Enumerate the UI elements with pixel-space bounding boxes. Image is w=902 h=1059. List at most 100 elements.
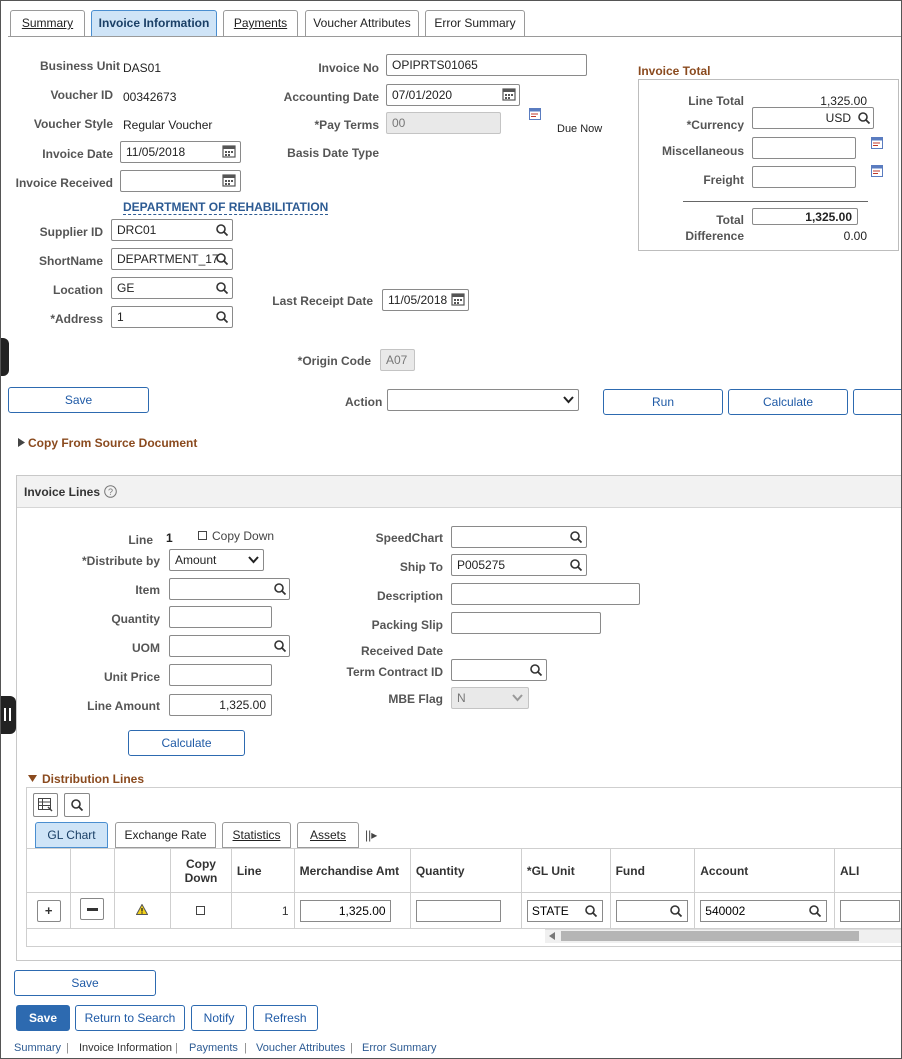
save-bottom-outline-button[interactable]: Save bbox=[14, 970, 156, 996]
show-all-columns-icon[interactable]: ||▸ bbox=[365, 828, 377, 842]
tab-statistics[interactable]: Statistics bbox=[222, 822, 291, 848]
footer-link-summary[interactable]: Summary bbox=[14, 1042, 61, 1054]
search-icon[interactable] bbox=[273, 582, 287, 596]
merchandise-amt-field[interactable] bbox=[299, 899, 391, 922]
run-button[interactable]: Run bbox=[603, 389, 723, 415]
copy-from-source-link[interactable]: Copy From Source Document bbox=[28, 436, 197, 450]
tab-payments[interactable]: Payments bbox=[223, 10, 298, 37]
address-label: *Address bbox=[50, 312, 103, 326]
voucher-style-value: Regular Voucher bbox=[123, 118, 213, 132]
accounting-date-field[interactable] bbox=[386, 84, 520, 106]
calendar-icon[interactable] bbox=[222, 173, 236, 187]
search-icon[interactable] bbox=[529, 663, 543, 677]
line-amount-label: Line Amount bbox=[87, 699, 160, 713]
packing-slip-field[interactable] bbox=[451, 612, 601, 634]
refresh-button[interactable]: Refresh bbox=[253, 1005, 318, 1031]
search-icon[interactable] bbox=[808, 904, 822, 918]
action-select[interactable] bbox=[387, 389, 579, 411]
invoice-no-field[interactable] bbox=[386, 54, 587, 76]
search-icon[interactable] bbox=[273, 639, 287, 653]
side-panel-handle[interactable] bbox=[0, 338, 9, 376]
quantity-cell bbox=[409, 892, 522, 929]
search-icon[interactable] bbox=[215, 310, 229, 324]
chevron-down-icon bbox=[563, 396, 574, 404]
item-field[interactable] bbox=[169, 578, 290, 600]
save-primary-button[interactable]: Save bbox=[16, 1005, 70, 1031]
extra-button[interactable] bbox=[853, 389, 902, 415]
tab-gl-chart[interactable]: GL Chart bbox=[35, 822, 108, 848]
search-icon[interactable] bbox=[215, 223, 229, 237]
col-header-merchandise-amt: Merchandise Amt bbox=[293, 848, 411, 893]
line-label: Line bbox=[128, 533, 153, 547]
copy-down-row-checkbox[interactable] bbox=[196, 905, 206, 915]
footer-link-voucher-attributes[interactable]: Voucher Attributes bbox=[256, 1042, 345, 1054]
currency-field[interactable] bbox=[752, 107, 874, 129]
line-amount-field[interactable] bbox=[169, 694, 272, 716]
copy-down-cell bbox=[170, 892, 232, 929]
search-icon[interactable] bbox=[584, 904, 598, 918]
description-field[interactable] bbox=[451, 583, 640, 605]
scrollbar-thumb[interactable] bbox=[561, 931, 859, 941]
notify-button[interactable]: Notify bbox=[191, 1005, 247, 1031]
total-label: Total bbox=[716, 213, 744, 227]
uom-label: UOM bbox=[132, 641, 160, 655]
pause-icon bbox=[4, 708, 11, 721]
uom-field[interactable] bbox=[169, 635, 290, 657]
detail-icon[interactable] bbox=[529, 108, 541, 120]
search-icon[interactable] bbox=[669, 904, 683, 918]
col-header-copy-down: Copy Down bbox=[170, 848, 232, 893]
search-icon bbox=[71, 799, 84, 812]
copy-down-checkbox[interactable] bbox=[198, 531, 207, 540]
calculate-line-button[interactable]: Calculate bbox=[128, 730, 245, 756]
speedchart-label: SpeedChart bbox=[375, 531, 443, 545]
tab-exchange-rate[interactable]: Exchange Rate bbox=[115, 822, 216, 848]
scroll-left-arrow-icon[interactable] bbox=[549, 932, 555, 940]
return-to-search-button[interactable]: Return to Search bbox=[75, 1005, 185, 1031]
business-unit-label: Business Unit bbox=[40, 59, 121, 73]
received-date-label: Received Date bbox=[360, 644, 443, 658]
search-icon[interactable] bbox=[857, 111, 871, 125]
quantity-field[interactable] bbox=[169, 606, 272, 628]
ship-to-field[interactable] bbox=[451, 554, 587, 576]
calendar-icon[interactable] bbox=[222, 144, 236, 158]
distribution-grid: Copy Down Line Merchandise Amt Quantity … bbox=[25, 848, 902, 929]
save-button[interactable]: Save bbox=[8, 387, 149, 413]
help-icon[interactable]: ? bbox=[104, 485, 117, 498]
tab-label: Voucher Attributes bbox=[313, 16, 411, 30]
line-cell: 1 bbox=[230, 892, 295, 929]
distribution-lines-title[interactable]: Distribution Lines bbox=[42, 772, 144, 786]
tab-summary[interactable]: Summary bbox=[10, 10, 85, 37]
search-icon[interactable] bbox=[569, 558, 583, 572]
freight-field[interactable] bbox=[752, 166, 856, 188]
miscellaneous-field[interactable] bbox=[752, 137, 856, 159]
unit-price-field[interactable] bbox=[169, 664, 272, 686]
total-field bbox=[752, 208, 858, 225]
search-icon[interactable] bbox=[215, 281, 229, 295]
footer-link-payments[interactable]: Payments bbox=[189, 1042, 238, 1054]
tab-invoice-information[interactable]: Invoice Information bbox=[91, 10, 217, 37]
tab-label: Error Summary bbox=[434, 16, 516, 30]
footer-link-error-summary[interactable]: Error Summary bbox=[362, 1042, 437, 1054]
supplier-name-link[interactable]: DEPARTMENT OF REHABILITATION bbox=[123, 200, 329, 215]
collapse-arrow-icon[interactable] bbox=[28, 775, 37, 782]
detail-icon[interactable] bbox=[871, 165, 883, 177]
tab-voucher-attributes[interactable]: Voucher Attributes bbox=[305, 10, 419, 37]
calendar-icon[interactable] bbox=[502, 87, 516, 101]
detail-icon[interactable] bbox=[871, 137, 883, 149]
col-header-fund: Fund bbox=[609, 848, 696, 893]
quantity-row-field[interactable] bbox=[415, 899, 501, 922]
tab-assets[interactable]: Assets bbox=[297, 822, 359, 848]
search-icon[interactable] bbox=[569, 530, 583, 544]
expand-arrow-icon[interactable] bbox=[18, 438, 25, 447]
search-icon[interactable] bbox=[215, 252, 229, 266]
line-total-value: 1,325.00 bbox=[820, 94, 867, 108]
speedchart-field[interactable] bbox=[451, 526, 587, 548]
delete-row-button[interactable] bbox=[80, 898, 105, 920]
tab-error-summary[interactable]: Error Summary bbox=[425, 10, 525, 37]
ali-field[interactable] bbox=[840, 899, 900, 922]
tab-label: GL Chart bbox=[47, 828, 96, 842]
calendar-icon[interactable] bbox=[451, 292, 465, 306]
table-row: + 1 bbox=[25, 892, 902, 929]
add-row-button[interactable]: + bbox=[36, 899, 61, 922]
calculate-button[interactable]: Calculate bbox=[728, 389, 848, 415]
